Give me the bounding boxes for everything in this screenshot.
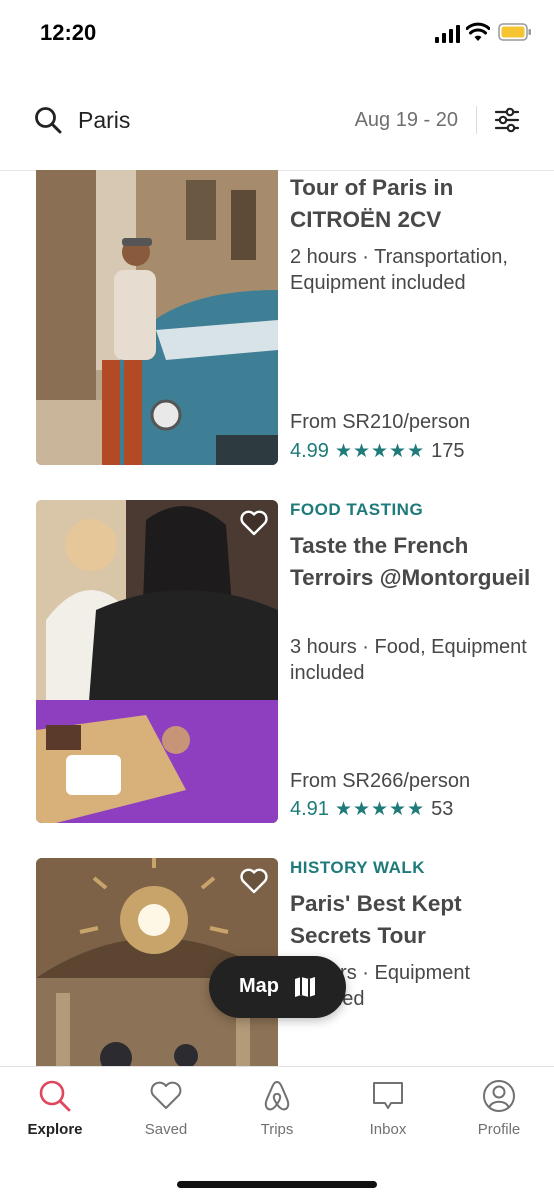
header-divider (476, 106, 477, 134)
map-button-label: Map (239, 975, 279, 997)
listing-rating: 4.99 ★★★★★ 175 (290, 440, 464, 463)
status-bar: 12:20 (0, 0, 554, 66)
review-count: 175 (431, 440, 465, 462)
review-count: 53 (431, 798, 454, 820)
listing-price: From SR266/person (290, 770, 471, 792)
search-icon[interactable] (34, 106, 62, 134)
map-button[interactable]: Map (209, 956, 346, 1018)
listing-photo[interactable] (36, 500, 278, 823)
search-icon (39, 1080, 71, 1112)
message-icon (373, 1082, 403, 1109)
nav-explore[interactable]: Explore (0, 1079, 110, 1149)
rating-value: 4.99 (290, 440, 329, 462)
star-rating-icon: ★★★★★ (334, 799, 426, 820)
listing-details: 3 hours · Food, Equipment included (290, 636, 527, 684)
save-heart-icon[interactable] (240, 868, 268, 894)
search-query[interactable]: Paris (78, 107, 130, 134)
rating-value: 4.91 (290, 798, 329, 820)
filter-icon[interactable] (494, 106, 520, 134)
nav-label: Profile (477, 1121, 521, 1138)
listing-photo[interactable] (36, 170, 278, 465)
search-header: Paris Aug 19 - 20 (0, 66, 554, 171)
date-range[interactable]: Aug 19 - 20 (355, 109, 458, 132)
profile-icon (483, 1080, 515, 1112)
battery-icon (498, 23, 531, 41)
listing-title[interactable]: Paris' Best Kept Secrets Tour (290, 888, 540, 952)
nav-label: Inbox (369, 1121, 407, 1138)
listing-photo-illustration (36, 170, 278, 465)
listing-card[interactable]: Tour of Paris in CITROËN 2CV 2 hours · T… (0, 170, 554, 470)
nav-saved[interactable]: Saved (111, 1079, 221, 1149)
listing-photo-illustration (36, 500, 278, 823)
airbnb-logo-icon (264, 1080, 290, 1111)
listing-price: From SR210/person (290, 411, 471, 433)
listing-category: HISTORY WALK (290, 858, 426, 877)
nav-trips[interactable]: Trips (222, 1079, 332, 1149)
signal-icon (435, 25, 460, 43)
status-time: 12:20 (40, 20, 97, 45)
listing-title[interactable]: Tour of Paris in CITROËN 2CV (290, 172, 540, 236)
star-rating-icon: ★★★★★ (334, 441, 426, 462)
nav-label: Saved (144, 1121, 188, 1138)
listing-card[interactable]: FOOD TASTING Taste the French Terroirs @… (0, 500, 554, 825)
wifi-icon (466, 22, 490, 41)
listing-title[interactable]: Taste the French Terroirs @Montorgueil (290, 530, 540, 594)
nav-profile[interactable]: Profile (444, 1079, 554, 1149)
nav-label: Trips (260, 1121, 294, 1138)
listing-details: 2 hours · Transportation, Equipment incl… (290, 246, 508, 294)
listing-rating: 4.91 ★★★★★ 53 (290, 798, 453, 821)
nav-inbox[interactable]: Inbox (333, 1079, 443, 1149)
map-icon (295, 977, 315, 997)
listing-category: FOOD TASTING (290, 500, 424, 519)
home-indicator (177, 1181, 377, 1188)
save-heart-icon[interactable] (240, 510, 268, 536)
heart-icon (150, 1081, 182, 1109)
nav-label: Explore (27, 1121, 83, 1138)
